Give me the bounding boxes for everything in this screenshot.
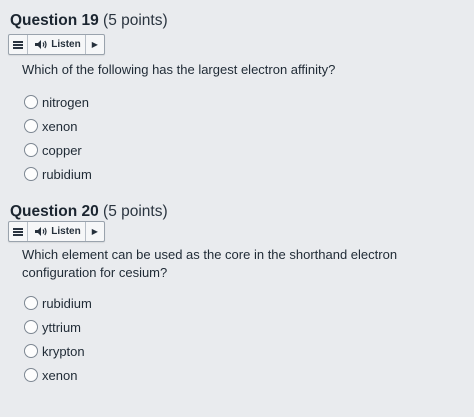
speaker-icon: [35, 227, 47, 236]
menu-icon: [13, 43, 24, 46]
question-title: Question 19 (5 points): [10, 12, 168, 30]
answer-option[interactable]: rubidium: [24, 291, 92, 315]
answer-option[interactable]: krypton: [24, 339, 92, 363]
answer-label[interactable]: krypton: [42, 344, 85, 359]
menu-button[interactable]: [9, 35, 29, 54]
listen-toolbar: Listen ▶: [8, 34, 105, 55]
answer-option[interactable]: xenon: [24, 114, 92, 138]
radio-button[interactable]: [24, 143, 38, 157]
radio-button[interactable]: [24, 296, 38, 310]
question-prompt: Which of the following has the largest e…: [22, 62, 336, 77]
question-points: (5 points): [103, 203, 168, 220]
answer-options: nitrogen xenon copper rubidium: [24, 90, 92, 186]
question-prompt: Which element can be used as the core in…: [22, 247, 398, 280]
listen-button[interactable]: Listen: [28, 222, 86, 241]
listen-button[interactable]: Listen: [28, 35, 86, 54]
answer-label[interactable]: rubidium: [42, 167, 92, 182]
radio-button[interactable]: [24, 368, 38, 382]
question-points: (5 points): [103, 12, 168, 29]
listen-label: Listen: [51, 226, 81, 237]
speaker-icon: [35, 40, 47, 49]
answer-label[interactable]: rubidium: [42, 296, 92, 311]
radio-button[interactable]: [24, 320, 38, 334]
play-button[interactable]: ▶: [86, 35, 104, 54]
answer-option[interactable]: yttrium: [24, 315, 92, 339]
answer-label[interactable]: copper: [42, 143, 82, 158]
radio-button[interactable]: [24, 95, 38, 109]
radio-button[interactable]: [24, 344, 38, 358]
answer-label[interactable]: xenon: [42, 119, 77, 134]
answer-option[interactable]: rubidium: [24, 162, 92, 186]
answer-options: rubidium yttrium krypton xenon: [24, 291, 92, 387]
question-number: Question 20: [10, 203, 99, 220]
listen-toolbar: Listen ▶: [8, 221, 105, 242]
radio-button[interactable]: [24, 119, 38, 133]
play-button[interactable]: ▶: [86, 222, 104, 241]
question-20: Question 20 (5 points) Listen ▶ Which el…: [0, 195, 474, 417]
question-number: Question 19: [10, 12, 99, 29]
play-icon: ▶: [91, 227, 98, 236]
answer-option[interactable]: nitrogen: [24, 90, 92, 114]
play-icon: ▶: [91, 40, 98, 49]
menu-icon: [13, 230, 24, 233]
question-19: Question 19 (5 points) Listen ▶ Which of…: [0, 0, 474, 195]
menu-button[interactable]: [9, 222, 29, 241]
answer-label[interactable]: yttrium: [42, 320, 81, 335]
question-title: Question 20 (5 points): [10, 203, 168, 221]
answer-option[interactable]: xenon: [24, 363, 92, 387]
answer-label[interactable]: nitrogen: [42, 95, 89, 110]
radio-button[interactable]: [24, 167, 38, 181]
listen-label: Listen: [51, 39, 81, 50]
answer-label[interactable]: xenon: [42, 368, 77, 383]
answer-option[interactable]: copper: [24, 138, 92, 162]
